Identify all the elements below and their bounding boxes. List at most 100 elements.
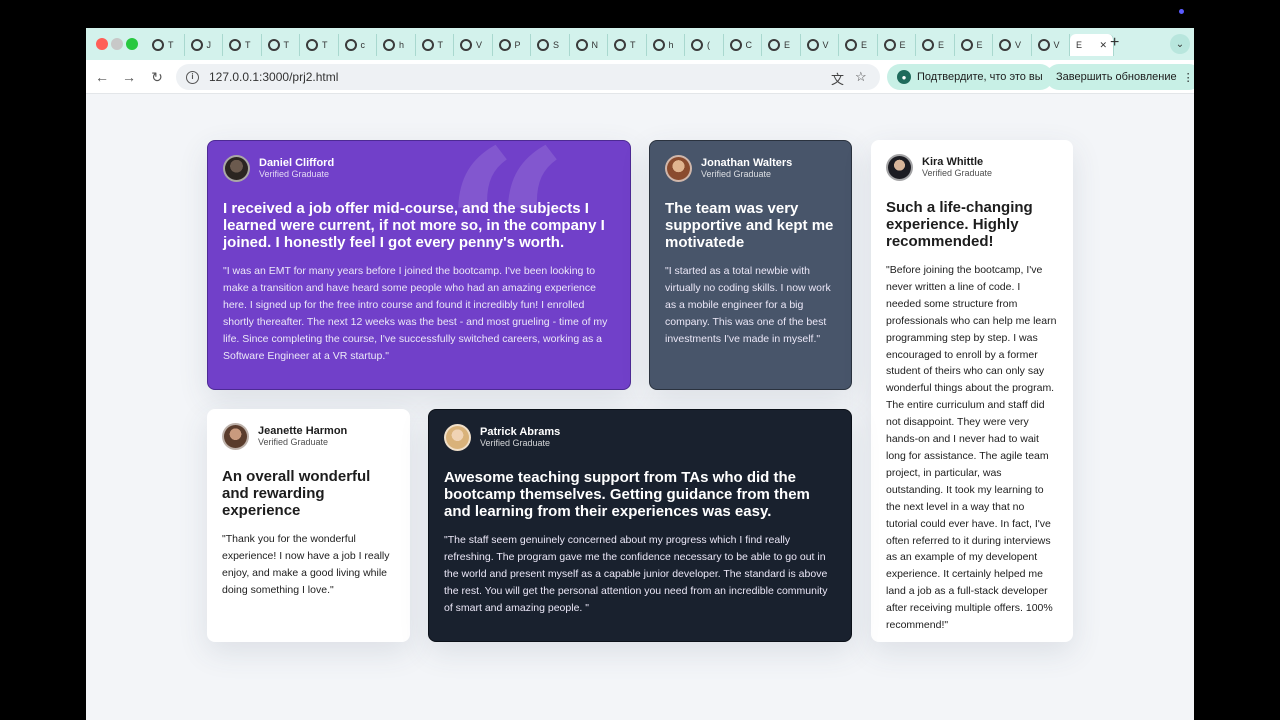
avatar — [886, 154, 913, 181]
confirm-identity-button[interactable]: ● Подтвердите, что это вы — [887, 64, 1053, 90]
author-role: Verified Graduate — [701, 169, 772, 179]
browser-tab[interactable]: E — [839, 34, 878, 56]
favicon-icon — [845, 39, 857, 51]
testimonial-card-jeanette: Jeanette Harmon Verified Graduate An ove… — [207, 409, 410, 642]
browser-tab[interactable]: h — [377, 34, 416, 56]
close-window-button[interactable] — [96, 38, 108, 50]
tab-label: P — [514, 40, 521, 50]
tab-label: T — [283, 40, 290, 50]
favicon-icon — [421, 39, 434, 51]
active-tab[interactable]: E ✕ — [1070, 34, 1114, 56]
browser-tab[interactable]: V — [454, 34, 493, 56]
minimize-window-button[interactable] — [111, 38, 123, 50]
tab-label: J — [206, 40, 212, 50]
favicon-icon — [537, 39, 549, 51]
confirm-identity-label: Подтвердите, что это вы — [917, 71, 1043, 83]
favicon-icon — [383, 39, 395, 51]
browser-tab[interactable]: E — [762, 34, 801, 56]
close-tab-icon[interactable]: ✕ — [1099, 40, 1107, 51]
browser-tab[interactable]: E — [878, 34, 916, 56]
bookmark-star-icon[interactable]: ☆ — [855, 69, 867, 85]
browser-tab[interactable]: E — [916, 34, 955, 56]
favicon-icon — [306, 39, 318, 51]
browser-tab[interactable]: E — [955, 34, 993, 56]
site-info-icon[interactable]: i — [186, 70, 199, 84]
translate-icon[interactable]: 文 — [831, 69, 844, 88]
browser-tab[interactable]: T — [416, 34, 454, 56]
browser-tab[interactable]: c — [339, 34, 377, 56]
tab-label: T — [168, 40, 174, 50]
browser-tab[interactable]: T — [146, 34, 185, 56]
tab-search-button[interactable]: ⌄ — [1170, 34, 1190, 54]
more-menu-icon[interactable]: ⋮ — [1183, 71, 1194, 84]
browser-tab[interactable]: h — [647, 34, 685, 56]
browser-tab[interactable]: V — [801, 34, 839, 56]
author-name: Patrick Abrams — [480, 426, 561, 438]
tab-label: V — [1015, 40, 1022, 50]
new-tab-button[interactable]: + — [1110, 34, 1119, 52]
maximize-window-button[interactable] — [126, 38, 138, 50]
favicon-icon — [498, 39, 511, 51]
tab-label: V — [1053, 40, 1060, 50]
reload-icon[interactable]: ↻ — [147, 67, 167, 87]
browser-tab[interactable]: T — [262, 34, 300, 56]
favicon-icon — [883, 39, 896, 51]
browser-tab[interactable]: ( — [685, 34, 724, 56]
browser-tab[interactable]: J — [185, 34, 223, 56]
browser-tab[interactable]: N — [570, 34, 608, 56]
favicon-icon — [190, 39, 203, 51]
author-name: Jeanette Harmon — [258, 425, 348, 437]
browser-tab[interactable]: S — [531, 34, 570, 56]
favicon-icon — [729, 39, 742, 51]
author-name: Jonathan Walters — [701, 157, 793, 169]
testimonial-headline: An overall wonderful and rewarding exper… — [222, 468, 371, 519]
avatar — [223, 155, 250, 182]
favicon-icon — [960, 39, 973, 51]
tab-bar: T J T T Tc h T V P S N Th(C E V E E E E V V E ✕ + ⌄ — [86, 28, 1194, 60]
favicon-icon — [1037, 39, 1050, 51]
testimonial-headline: I received a job offer mid-course, and t… — [223, 200, 605, 251]
browser-tab[interactable]: T — [223, 34, 262, 56]
testimonial-body: "I was an EMT for many years before I jo… — [223, 265, 608, 362]
tab-label: h — [399, 40, 405, 50]
browser-tab[interactable]: V — [993, 34, 1032, 56]
favicon-icon — [652, 39, 665, 51]
finish-update-label: Завершить обновление — [1056, 71, 1177, 83]
tab-label: T — [245, 40, 251, 50]
tab-label: E — [899, 40, 906, 50]
browser-tab[interactable]: V — [1032, 34, 1070, 56]
author-role: Verified Graduate — [922, 168, 993, 178]
tab-label: E — [1076, 40, 1083, 50]
testimonial-card-jonathan: Jonathan Walters Verified Graduate The t… — [649, 140, 852, 390]
testimonial-body: "Before joining the bootcamp, I've never… — [886, 264, 1057, 632]
testimonial-card-daniel: “ Daniel Clifford Verified Graduate I re… — [207, 140, 631, 390]
testimonial-headline: Such a life-changing experience. Highly … — [886, 199, 1033, 250]
author-role: Verified Graduate — [259, 169, 330, 179]
favicon-icon — [229, 39, 241, 51]
browser-tab[interactable]: T — [608, 34, 647, 56]
testimonial-body: "I started as a total newbie with virtua… — [665, 265, 831, 345]
address-bar[interactable]: i 127.0.0.1:3000/prj2.html — [176, 64, 880, 90]
tab-label: N — [591, 40, 599, 50]
favicon-icon — [999, 39, 1011, 51]
favicon-icon — [691, 39, 703, 51]
tab-label: T — [322, 40, 328, 50]
author-name: Kira Whittle — [922, 156, 984, 168]
tab-strip: T J T T Tc h T V P S N Th(C E V E E E E V V E ✕ — [146, 34, 1114, 56]
forward-icon[interactable]: → — [119, 67, 139, 87]
favicon-icon — [575, 39, 588, 51]
tab-label: V — [476, 40, 483, 50]
testimonial-body: "Thank you for the wonderful experience!… — [222, 533, 390, 596]
browser-tab[interactable]: T — [300, 34, 339, 56]
tab-label: S — [553, 40, 560, 50]
tab-label: E — [861, 40, 868, 50]
tab-label: c — [360, 40, 366, 50]
back-icon[interactable]: ← — [92, 67, 112, 87]
author-role: Verified Graduate — [480, 438, 551, 448]
testimonial-headline: Awesome teaching support from TAs who di… — [444, 469, 810, 520]
browser-tab[interactable]: C — [724, 34, 762, 56]
tab-label: E — [784, 40, 791, 50]
tab-label: h — [668, 40, 674, 50]
finish-update-button[interactable]: Завершить обновление ⋮ — [1046, 64, 1194, 90]
browser-tab[interactable]: P — [493, 34, 531, 56]
